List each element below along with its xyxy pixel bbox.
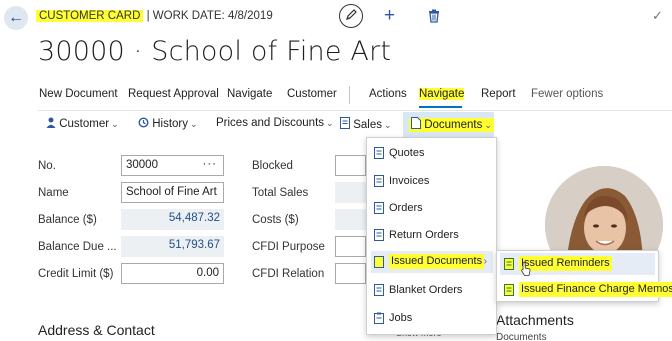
navigate-action[interactable]: Navigate — [227, 88, 272, 100]
work-date: | WORK DATE: 4/8/2019 — [143, 10, 273, 22]
menu-item-label: Issued Reminders — [519, 256, 612, 271]
menu-item-invoices[interactable]: Invoices — [371, 170, 493, 192]
edit-button[interactable] — [339, 4, 363, 28]
prices-discounts-label: Prices and Discounts — [216, 117, 325, 129]
address-contact-heading: Address & Contact — [38, 322, 155, 338]
divider — [349, 86, 350, 104]
chevron-down-icon: ⌄ — [189, 119, 198, 129]
menu-item-label: Blanket Orders — [389, 284, 463, 296]
request-approval-action[interactable]: Request Approval — [128, 88, 219, 100]
history-menu-label: History — [152, 118, 188, 130]
name-label: Name — [38, 187, 69, 199]
document-icon — [374, 256, 384, 268]
fewer-options-button[interactable]: Fewer options — [531, 88, 603, 100]
chevron-down-icon: ⌄ — [111, 119, 119, 129]
cfdi-purpose-label: CFDI Purpose — [252, 241, 325, 253]
clock-icon — [138, 117, 149, 128]
menu-item-issued-finance-charge-memos[interactable]: Issued Finance Charge Memos — [500, 279, 672, 301]
name-field[interactable]: School of Fine Art — [121, 182, 224, 203]
menu-item-label: Jobs — [389, 312, 413, 324]
menu-item-jobs[interactable]: Jobs — [371, 307, 493, 329]
documents-menu-label: Documents — [424, 119, 483, 131]
menu-item-quotes[interactable]: Quotes — [371, 142, 493, 164]
menu-item-label: Invoices — [389, 175, 430, 187]
blocked-field[interactable] — [335, 155, 366, 176]
attachments-heading: Attachments — [496, 312, 574, 328]
menu-item-label: Orders — [389, 202, 423, 214]
cfdi-purpose-field[interactable] — [335, 236, 366, 257]
blocked-label: Blocked — [252, 160, 293, 172]
card-header: CUSTOMER CARD | WORK DATE: 4/8/2019 — [36, 7, 273, 26]
tab-actions[interactable]: Actions — [369, 88, 407, 100]
clipboard-icon — [374, 312, 384, 324]
checkmark-icon: ✓ — [652, 8, 663, 23]
total-sales-label: Total Sales — [252, 187, 309, 199]
document-icon — [374, 229, 384, 241]
chevron-right-icon: › — [483, 256, 487, 267]
documents-dropdown: Quotes Invoices Orders Return Orders Iss… — [366, 137, 497, 335]
balance-label: Balance ($) — [38, 214, 97, 226]
document-icon — [374, 147, 384, 159]
cfdi-relation-field[interactable] — [335, 263, 366, 284]
documents-menu-button[interactable]: Documents ⌄ — [403, 112, 494, 138]
menu-item-blanket-orders[interactable]: Blanket Orders — [371, 279, 493, 301]
menu-item-label: Issued Documents — [389, 254, 485, 269]
no-label: No. — [38, 160, 56, 172]
document-icon — [411, 117, 421, 129]
chevron-down-icon: ⌄ — [383, 120, 392, 130]
navigate-subbar: Customer ⌄ History ⌄ Prices and Discounts ⌄… — [38, 112, 498, 138]
pencil-icon — [346, 9, 357, 20]
document-icon — [340, 117, 350, 129]
balance-due-label: Balance Due ... — [38, 241, 117, 253]
tab-report[interactable]: Report — [481, 88, 516, 100]
no-value: 30000 — [126, 159, 158, 171]
menu-item-label: Quotes — [389, 147, 425, 159]
balance-value[interactable]: 54,487.32 — [121, 209, 224, 230]
chevron-down-icon: ⌄ — [484, 120, 492, 130]
active-tab-indicator — [419, 106, 462, 108]
back-button[interactable]: ← — [4, 6, 28, 30]
tab-navigate[interactable]: Navigate — [419, 88, 465, 100]
balance-due-value[interactable]: 51,793.67 — [121, 236, 224, 257]
trash-icon[interactable] — [428, 9, 440, 28]
plus-icon[interactable]: + — [384, 5, 395, 27]
document-icon — [504, 258, 514, 270]
action-bar: New Document Request Approval Navigate C… — [38, 79, 672, 111]
menu-item-return-orders[interactable]: Return Orders — [371, 224, 493, 246]
history-menu-button[interactable]: History ⌄ — [138, 117, 198, 130]
pointer-cursor-icon — [521, 262, 531, 281]
name-value: School of Fine Art — [126, 186, 217, 198]
prices-discounts-menu-button[interactable]: Prices and Discounts ⌄ — [216, 117, 334, 129]
credit-limit-label: Credit Limit ($) — [38, 268, 114, 280]
customer-menu-label: Customer — [59, 118, 110, 130]
credit-limit-field[interactable]: 0.00 — [121, 263, 224, 284]
page-title: 30000 · School of Fine Art — [38, 36, 392, 67]
costs-label: Costs ($) — [252, 214, 299, 226]
new-document-action[interactable]: New Document — [39, 88, 118, 100]
user-icon — [46, 117, 56, 128]
customer-action[interactable]: Customer — [287, 88, 337, 100]
ellipsis-icon[interactable]: ··· — [203, 156, 218, 174]
card-type-label: CUSTOMER CARD — [36, 10, 144, 22]
document-icon — [504, 284, 514, 296]
document-icon — [374, 175, 384, 187]
attachments-documents: Documents — [496, 332, 547, 341]
costs-value — [335, 209, 366, 230]
sales-menu-label: Sales — [353, 119, 382, 131]
no-field[interactable]: 30000 ··· — [121, 155, 224, 176]
menu-item-orders[interactable]: Orders — [371, 197, 493, 219]
back-arrow-icon: ← — [8, 9, 24, 26]
total-sales-value — [335, 182, 366, 203]
menu-item-issued-documents[interactable]: Issued Documents › — [371, 251, 493, 273]
document-icon — [374, 202, 384, 214]
document-icon — [374, 284, 384, 296]
cfdi-relation-label: CFDI Relation — [252, 268, 325, 280]
menu-item-label: Return Orders — [389, 229, 459, 241]
chevron-down-icon: ⌄ — [326, 118, 334, 128]
customer-menu-button[interactable]: Customer ⌄ — [46, 117, 119, 130]
sales-menu-button[interactable]: Sales ⌄ — [340, 117, 392, 131]
menu-item-label: Issued Finance Charge Memos — [519, 282, 672, 297]
